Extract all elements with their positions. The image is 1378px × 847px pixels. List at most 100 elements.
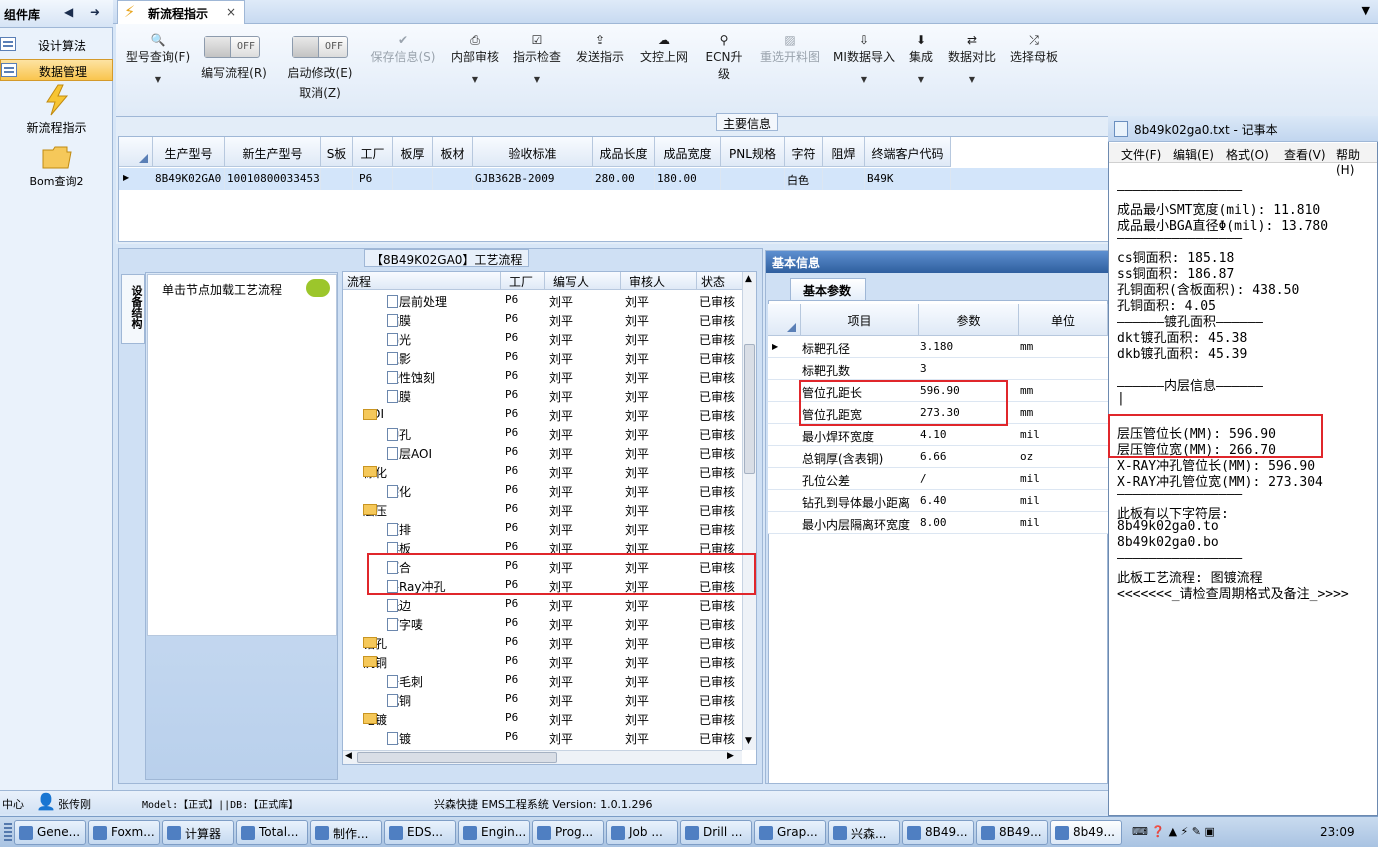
chevron-down-icon[interactable]: ▼ (1362, 4, 1370, 17)
taskbar-button[interactable]: EDS... (384, 820, 456, 845)
tree-row[interactable]: 酸性蚀刻 P6 刘平 刘平 已审核 (343, 367, 743, 386)
cell-length[interactable]: 280.00 (593, 168, 655, 190)
col-header[interactable]: S板 (321, 137, 353, 167)
cell-s-board[interactable] (321, 168, 353, 190)
col-header[interactable]: 板材 (433, 137, 473, 167)
tree-row[interactable]: 内层前处理 P6 刘平 刘平 已审核 (343, 291, 743, 310)
menu-format[interactable]: 格式(O) (1226, 146, 1269, 163)
tree-row[interactable]: −AOI P6 刘平 刘平 已审核 (343, 405, 743, 424)
tree-row[interactable]: 内层AOI P6 刘平 刘平 已审核 (343, 443, 743, 462)
side-tab-equipment[interactable]: 设备结构 (121, 274, 145, 344)
menu-view[interactable]: 查看(V) (1284, 146, 1326, 163)
internal-review-button[interactable]: ⎙ 内部审核 ▼ (450, 32, 500, 84)
scroll-left-icon[interactable]: ◀ (345, 751, 352, 761)
menu-edit[interactable]: 编辑(E) (1173, 146, 1214, 163)
tree-row[interactable]: 打字唛 P6 刘平 刘平 已审核 (343, 614, 743, 633)
cell-material[interactable] (433, 168, 473, 190)
tree-node[interactable]: 曝光 (387, 331, 411, 348)
tree-node[interactable]: 铣边 (387, 597, 411, 614)
cell-model[interactable]: 8B49K02GA0 (153, 168, 225, 190)
tree-node[interactable]: 板镀 (387, 730, 411, 747)
clock[interactable]: 23:09 (1320, 825, 1355, 839)
data-compare-button[interactable]: ⇄ 数据对比 ▼ (946, 32, 998, 84)
tab-new-process[interactable]: ⚡ 新流程指示 × (117, 0, 245, 24)
param-row[interactable]: ▶ 标靶孔径 3.180 mm (768, 336, 1108, 358)
cell-new-model[interactable]: 10010800033453 (225, 168, 321, 190)
regen-cutting-button[interactable]: ▨ 重选开料图 (758, 32, 822, 65)
write-process-toggle[interactable]: OFF (204, 36, 260, 58)
save-info-button[interactable]: ✔ 保存信息(S) (368, 32, 438, 65)
tree-row[interactable]: 沉铜 P6 刘平 刘平 已审核 (343, 690, 743, 709)
tree-row[interactable]: 曝光 P6 刘平 刘平 已审核 (343, 329, 743, 348)
col-header[interactable]: 审核人 (621, 272, 697, 290)
menu-help[interactable]: 帮助(H) (1336, 146, 1377, 177)
col-header[interactable]: 板厚 (393, 137, 433, 167)
tree-node[interactable]: 酸性蚀刻 (387, 369, 435, 386)
col-header[interactable]: 字符 (785, 137, 823, 167)
integrate-button[interactable]: ⬇ 集成 ▼ (906, 32, 936, 84)
tree-row[interactable]: 预排 P6 刘平 刘平 已审核 (343, 519, 743, 538)
cell-thickness[interactable] (393, 168, 433, 190)
mi-import-button[interactable]: ⇩ MI数据导入 ▼ (832, 32, 896, 84)
tree-row[interactable]: 去毛刺 P6 刘平 刘平 已审核 (343, 671, 743, 690)
tree-node[interactable]: −电镀 (363, 711, 387, 728)
taskbar-button[interactable]: Grap... (754, 820, 826, 845)
col-header[interactable]: 验收标准 (473, 137, 593, 167)
tree-row[interactable]: 冲孔 P6 刘平 刘平 已审核 (343, 424, 743, 443)
col-header[interactable]: 阻焊 (823, 137, 865, 167)
tree-node[interactable]: 贴膜 (387, 312, 411, 329)
col-header[interactable]: 工厂 (501, 272, 545, 290)
scroll-thumb[interactable] (744, 344, 755, 474)
taskbar-button[interactable]: 8B49... (902, 820, 974, 845)
col-header[interactable]: 成品宽度 (655, 137, 721, 167)
tree-row[interactable]: −钻孔 P6 刘平 刘平 已审核 (343, 633, 743, 652)
col-header[interactable]: 工厂 (353, 137, 393, 167)
param-row[interactable]: 最小内层隔离环宽度 8.00 mil (768, 512, 1108, 534)
cell-mask[interactable] (823, 168, 865, 190)
ecn-upgrade-button[interactable]: ⚲ ECN升级 (700, 32, 748, 82)
cell-width[interactable]: 180.00 (655, 168, 721, 190)
scroll-right-icon[interactable]: ▶ (727, 751, 734, 761)
col-header[interactable]: 生产型号 (153, 137, 225, 167)
notepad-titlebar[interactable]: 8b49k02ga0.txt - 记事本 (1108, 116, 1378, 142)
tree-node[interactable]: −钻孔 (363, 635, 387, 652)
scroll-up-icon[interactable]: ▲ (745, 274, 752, 284)
cell-customer[interactable]: B49K (865, 168, 951, 190)
instruction-check-button[interactable]: ☑ 指示检查 ▼ (512, 32, 562, 84)
taskbar-button[interactable]: Foxm... (88, 820, 160, 845)
col-header[interactable]: 编写人 (545, 272, 621, 290)
param-row[interactable]: 孔位公差 / mil (768, 468, 1108, 490)
col-header[interactable]: 新生产型号 (225, 137, 321, 167)
file-upload-button[interactable]: ☁ 文控上网 (638, 32, 690, 65)
cell-factory[interactable]: P6 (353, 168, 393, 190)
tree-row[interactable]: −棕化 P6 刘平 刘平 已审核 (343, 462, 743, 481)
param-row[interactable]: 钻孔到导体最小距离 6.40 mil (768, 490, 1108, 512)
cell-standard[interactable]: GJB362B-2009 (473, 168, 593, 190)
param-row[interactable]: 标靶孔数 3 (768, 358, 1108, 380)
col-header[interactable]: 单位 (1019, 304, 1108, 336)
taskbar-button[interactable]: Drill ... (680, 820, 752, 845)
vertical-scrollbar[interactable]: ▲ ▼ (742, 272, 756, 750)
tree-node[interactable]: 棕化 (387, 483, 411, 500)
tree-node[interactable]: −AOI (363, 407, 384, 421)
col-header[interactable]: 参数 (919, 304, 1019, 336)
left-item-design-algorithm[interactable]: 设计算法 (0, 34, 113, 56)
tree-node[interactable]: 打字唛 (387, 616, 423, 633)
left-item-new-process[interactable]: 新流程指示 (0, 84, 113, 136)
col-header[interactable]: 成品长度 (593, 137, 655, 167)
taskbar-button[interactable]: 制作... (310, 820, 382, 845)
param-row[interactable]: 总铜厚(含表铜) 6.66 oz (768, 446, 1108, 468)
tree-row[interactable]: 板镀 P6 刘平 刘平 已审核 (343, 728, 743, 747)
tree-node[interactable]: 冲孔 (387, 426, 411, 443)
tree-node[interactable]: 去毛刺 (387, 673, 423, 690)
tree-row[interactable]: −电镀 P6 刘平 刘平 已审核 (343, 709, 743, 728)
select-master-button[interactable]: ⤮ 选择母板 (1008, 32, 1060, 65)
taskbar-button[interactable]: 兴森... (828, 820, 900, 845)
taskbar-button[interactable]: 8B49... (976, 820, 1048, 845)
cell-pnl[interactable] (721, 168, 785, 190)
tree-node[interactable]: −沉铜 (363, 654, 387, 671)
taskbar-button[interactable]: Gene... (14, 820, 86, 845)
collapse-icon[interactable]: ◀ (64, 5, 73, 19)
col-header[interactable]: PNL规格 (721, 137, 785, 167)
taskbar-button[interactable]: 8b49... (1050, 820, 1122, 845)
